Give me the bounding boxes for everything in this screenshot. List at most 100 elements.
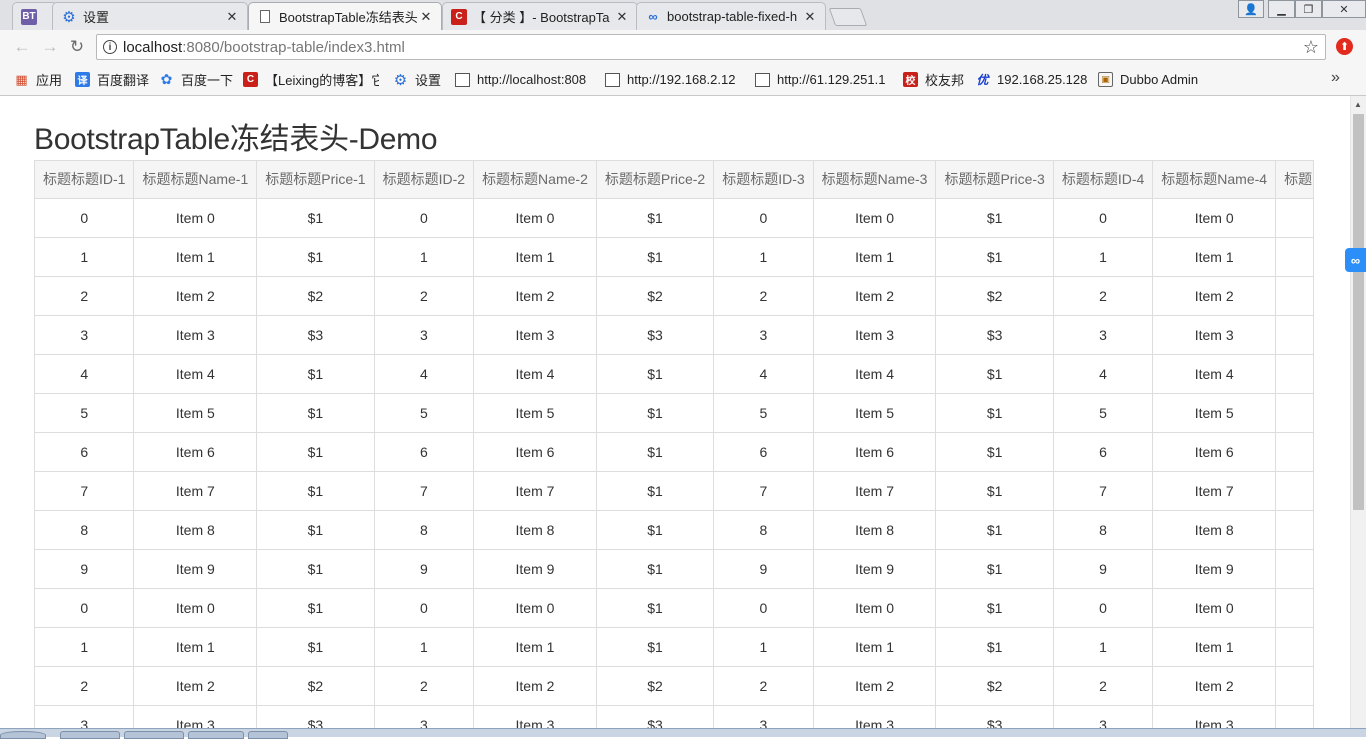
vertical-scrollbar[interactable]: ▲	[1350, 96, 1366, 736]
floating-link-icon[interactable]: ∞	[1345, 248, 1366, 272]
bookmark-label: 百度翻译	[97, 73, 150, 88]
bookmark-baidu-translate[interactable]: 译 百度翻译	[75, 71, 149, 88]
table-cell: $1	[596, 588, 715, 628]
table-row: 2 Item 2 $2 2 Item 2 $2 2 Item 2 $2 2 Item 2	[35, 666, 1313, 706]
table-cell	[1275, 666, 1313, 706]
table-cell: 9	[713, 549, 814, 589]
table-cell: 6	[713, 432, 814, 472]
table-cell: $1	[935, 549, 1054, 589]
youku-icon: 优	[976, 73, 989, 87]
table-cell: Item 3	[133, 315, 258, 355]
taskbar-item[interactable]	[188, 731, 244, 739]
table-cell: 7	[374, 471, 475, 511]
close-window-button[interactable]: ✕	[1322, 0, 1366, 18]
bookmark-settings[interactable]: ⚙ 设置	[393, 71, 441, 89]
close-icon[interactable]: ✕	[419, 9, 433, 25]
table-cell: 5	[1053, 393, 1154, 433]
table-cell: Item 1	[1152, 627, 1277, 667]
csdn-icon: C	[243, 72, 258, 87]
column-header[interactable]: 标题标题Name-1	[133, 161, 258, 199]
user-icon[interactable]: 👤	[1238, 0, 1264, 18]
new-tab-button[interactable]	[828, 8, 868, 26]
bookmark-dubbo-admin[interactable]: ▣ Dubbo Admin	[1098, 71, 1198, 88]
minimize-button[interactable]: ▁	[1268, 0, 1295, 18]
table-cell	[1275, 393, 1313, 433]
table-cell: $1	[596, 393, 715, 433]
bookmark-apps[interactable]: ▦ 应用	[14, 71, 62, 89]
table-cell: $1	[256, 510, 375, 550]
bookmark-61-129[interactable]: http://61.129.251.1	[755, 71, 889, 88]
info-icon[interactable]: i	[103, 40, 117, 54]
taskbar-item[interactable]	[60, 731, 120, 739]
table-cell: 8	[713, 510, 814, 550]
column-header[interactable]: 标题标题Name-3	[813, 161, 937, 199]
table-cell: Item 0	[1152, 198, 1277, 238]
table-body: 0 Item 0 $1 0 Item 0 $1 0 Item 0 $1 0 Item 0 1 Item …	[35, 198, 1313, 736]
close-icon[interactable]: ✕	[225, 9, 239, 25]
table-row: 3 Item 3 $3 3 Item 3 $3 3 Item 3 $3 3 Item 3	[35, 315, 1313, 355]
table-cell: Item 9	[133, 549, 258, 589]
extension-icon[interactable]: ⬆	[1336, 38, 1353, 55]
table-cell: Item 6	[1152, 432, 1277, 472]
bookmark-star-icon[interactable]: ☆	[1303, 37, 1319, 58]
table-cell: 3	[35, 315, 135, 355]
table-row: 0 Item 0 $1 0 Item 0 $1 0 Item 0 $1 0 Item 0	[35, 198, 1313, 238]
column-header[interactable]: 标题标题Price-2	[596, 161, 715, 199]
table-cell: 5	[374, 393, 475, 433]
restore-button[interactable]: ❐	[1295, 0, 1322, 18]
taskbar-item[interactable]	[124, 731, 184, 739]
table-row: 0 Item 0 $1 0 Item 0 $1 0 Item 0 $1 0 Item 0	[35, 588, 1313, 628]
table-cell: Item 0	[133, 198, 258, 238]
bookmark-192-168-2[interactable]: http://192.168.2.12	[605, 71, 739, 88]
column-header[interactable]: 标题标题ID-2	[374, 161, 475, 199]
column-header[interactable]: 标题标题Name-4	[1152, 161, 1277, 199]
table-cell: $1	[935, 237, 1054, 277]
close-icon[interactable]: ✕	[615, 9, 629, 25]
address-bar[interactable]: i localhost:8080/bootstrap-table/index3.…	[96, 34, 1326, 60]
tab-fixed-header[interactable]: ∞ bootstrap-table-fixed-h ✕	[636, 2, 826, 30]
bookmark-192-168-25[interactable]: 优 192.168.25.128	[975, 71, 1087, 88]
start-button[interactable]	[0, 731, 46, 739]
table-cell: Item 2	[813, 666, 937, 706]
tab-title: BootstrapTable冻结表头	[279, 10, 418, 25]
column-header[interactable]: 标题标题ID-1	[35, 161, 135, 199]
table-cell	[1275, 549, 1313, 589]
bookmark-label: 百度一下	[181, 73, 234, 88]
table-cell: 2	[35, 666, 135, 706]
table-cell	[1275, 354, 1313, 394]
back-button[interactable]: ←	[12, 37, 32, 57]
reload-button[interactable]: ↻	[67, 37, 87, 57]
taskbar-item[interactable]	[248, 731, 288, 739]
scrollbar-thumb[interactable]	[1353, 114, 1364, 510]
bookmark-label: 【Leixing的博客】它	[265, 73, 379, 88]
table-cell: 8	[374, 510, 475, 550]
url-text[interactable]: localhost:8080/bootstrap-table/index3.ht…	[123, 39, 1303, 56]
bookmark-localhost[interactable]: http://localhost:808	[455, 71, 589, 88]
table-cell: $1	[935, 510, 1054, 550]
tab-csdn[interactable]: C 【 分类 】- BootstrapTa ✕	[442, 2, 638, 30]
column-header[interactable]: 标题标题Name-2	[473, 161, 597, 199]
table-cell: 7	[713, 471, 814, 511]
forward-button[interactable]: →	[40, 37, 60, 57]
column-header[interactable]: 标题标题ID-4	[1053, 161, 1154, 199]
file-icon	[455, 72, 470, 87]
table-cell: Item 6	[473, 432, 597, 472]
close-icon[interactable]: ✕	[803, 9, 817, 25]
column-header[interactable]: 标题标题Price-3	[935, 161, 1054, 199]
more-bookmarks-icon[interactable]: »	[1331, 69, 1340, 87]
table-cell: $1	[935, 354, 1054, 394]
scroll-up-icon[interactable]: ▲	[1354, 100, 1362, 109]
table-cell	[1275, 276, 1313, 316]
bookmark-xiaoyoubang[interactable]: 校 校友邦	[903, 71, 964, 88]
column-header[interactable]: 标题标题ID-3	[713, 161, 814, 199]
column-header[interactable]: 标题	[1275, 161, 1313, 199]
csdn-icon: C	[451, 8, 467, 25]
table-cell: $1	[596, 549, 715, 589]
table-cell: $1	[256, 549, 375, 589]
column-header[interactable]: 标题标题Price-1	[256, 161, 375, 199]
bookmark-baidu[interactable]: ✿ 百度一下	[159, 71, 233, 88]
tab-bootstraptable[interactable]: BootstrapTable冻结表头 ✕	[248, 2, 442, 30]
tab-settings[interactable]: ⚙ 设置 ✕	[52, 2, 248, 30]
table-cell: $1	[256, 393, 375, 433]
bookmark-leixing-blog[interactable]: C 【Leixing的博客】它	[243, 71, 379, 88]
